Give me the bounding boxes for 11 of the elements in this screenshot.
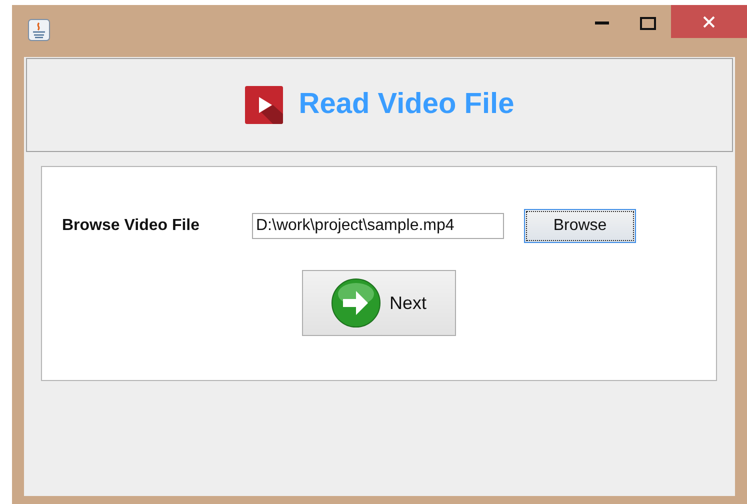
arrow-right-icon bbox=[331, 278, 382, 328]
video-play-icon bbox=[244, 86, 283, 124]
maximize-icon bbox=[640, 16, 656, 30]
browse-label: Browse Video File bbox=[62, 216, 201, 236]
close-icon bbox=[703, 16, 715, 28]
browse-button[interactable]: Browse bbox=[524, 209, 636, 243]
header-title: Read Video File bbox=[298, 87, 514, 122]
java-app-icon bbox=[28, 19, 50, 41]
file-path-field[interactable]: D:\work\project\sample.mp4 bbox=[252, 213, 504, 239]
next-button[interactable]: Next bbox=[302, 270, 456, 336]
minimize-icon bbox=[595, 21, 609, 25]
